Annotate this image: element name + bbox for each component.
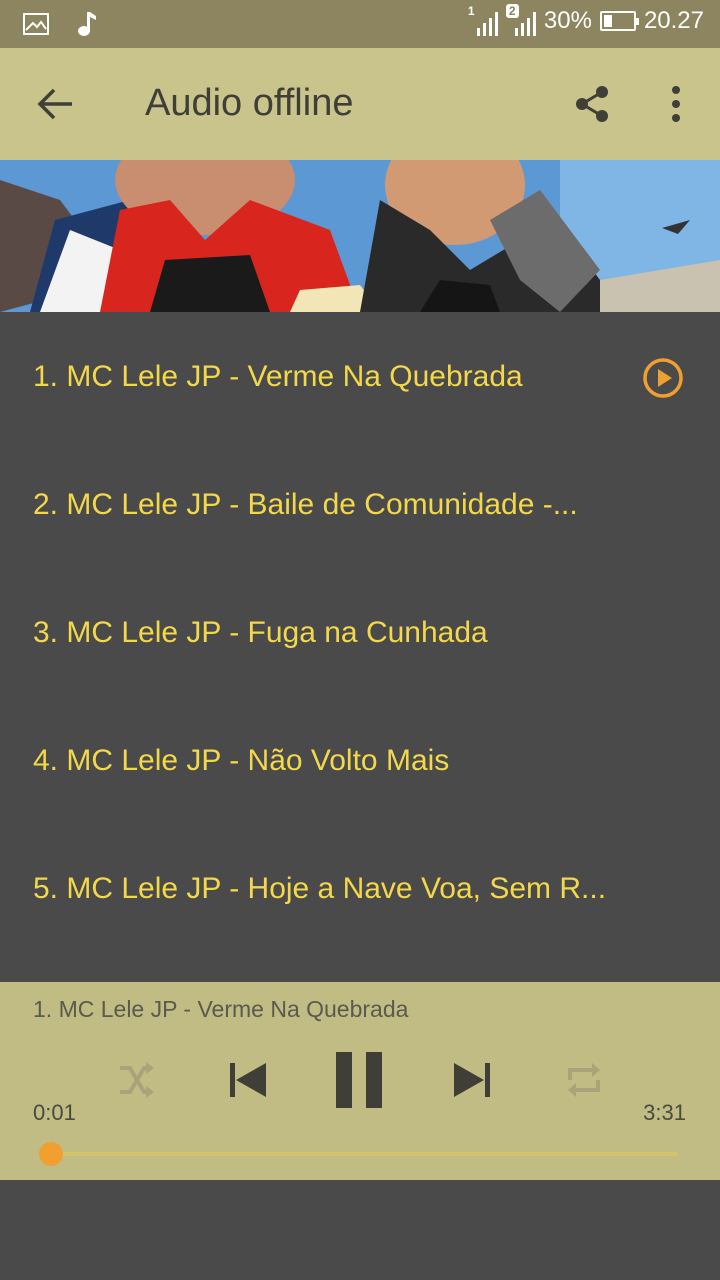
list-item[interactable]: 2. MC Lele JP - Baile de Comunidade -... [0,440,720,568]
elapsed-time: 0:01 [33,1100,76,1125]
track-list: 1. MC Lele JP - Verme Na Quebrada 2. MC … [0,312,720,982]
play-circle-icon[interactable] [642,357,684,399]
now-playing-title: 1. MC Lele JP - Verme Na Quebrada [33,996,409,1022]
previous-icon[interactable] [228,1060,268,1100]
track-title: 5. MC Lele JP - Hoje a Nave Voa, Sem R..… [33,872,607,905]
signal-icon: 2 [505,4,536,36]
page-title: Audio offline [145,82,354,124]
battery-percent: 30% [543,7,592,34]
track-title: 1. MC Lele JP - Verme Na Quebrada [33,360,523,393]
signal-icon: 1 [467,4,498,36]
more-vert-icon[interactable] [664,84,688,124]
list-item[interactable]: 5. MC Lele JP - Hoje a Nave Voa, Sem R..… [0,824,720,952]
share-icon[interactable] [572,84,612,124]
repeat-icon[interactable] [564,1060,604,1100]
track-title: 3. MC Lele JP - Fuga na Cunhada [33,616,488,649]
clock: 20.27 [643,7,704,34]
image-icon [23,13,49,35]
album-artwork [0,160,720,312]
player-panel: 1. MC Lele JP - Verme Na Quebrada 0:01 3… [0,982,720,1180]
total-duration: 3:31 [643,1100,686,1125]
app-bar: Audio offline [0,48,720,160]
track-title: 2. MC Lele JP - Baile de Comunidade -... [33,488,578,521]
track-title: 4. MC Lele JP - Não Volto Mais [33,744,450,777]
list-item[interactable]: 3. MC Lele JP - Fuga na Cunhada [0,568,720,696]
seek-thumb[interactable] [39,1142,63,1166]
bottom-area [0,1180,720,1280]
battery-icon [599,11,639,31]
sim1-tag: 1 [467,4,475,18]
list-item[interactable]: 4. MC Lele JP - Não Volto Mais [0,696,720,824]
seek-bar[interactable] [40,1152,678,1156]
list-item[interactable]: 1. MC Lele JP - Verme Na Quebrada [0,312,720,440]
next-icon[interactable] [452,1060,492,1100]
back-arrow-icon[interactable] [36,86,76,122]
status-bar: 1 2 30% 20.27 [0,0,720,48]
pause-icon[interactable] [334,1052,386,1108]
music-note-icon [78,12,96,36]
shuffle-icon[interactable] [116,1060,156,1100]
